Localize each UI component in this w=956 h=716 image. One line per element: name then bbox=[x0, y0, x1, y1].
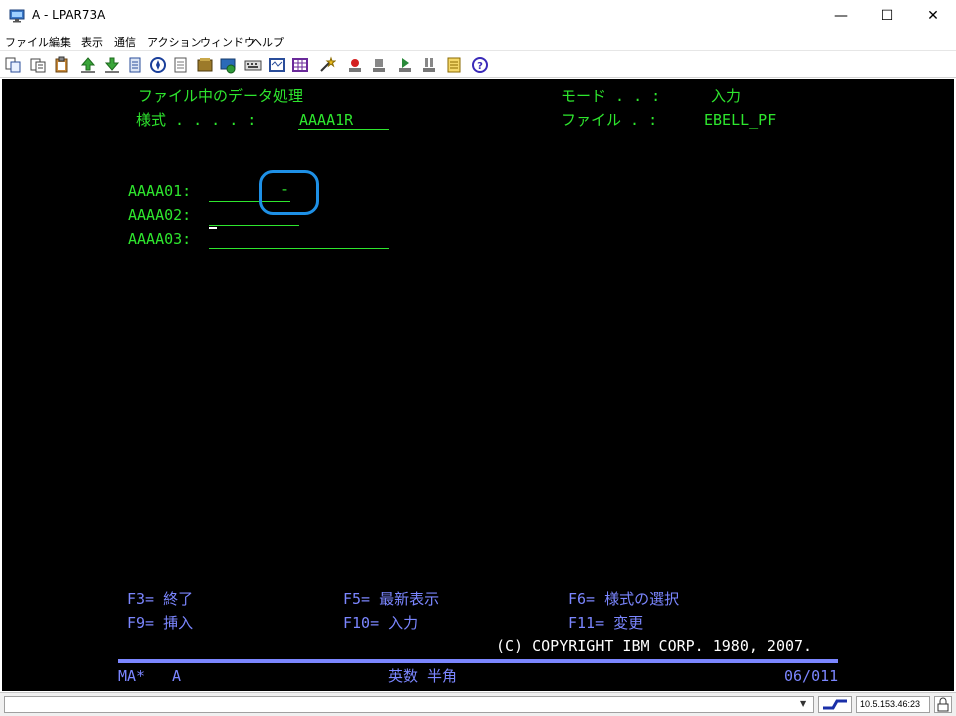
wand-icon[interactable] bbox=[318, 56, 336, 74]
screen-icon[interactable] bbox=[268, 56, 286, 74]
toolbar: ? bbox=[0, 52, 956, 78]
help-icon[interactable]: ? bbox=[471, 56, 489, 74]
field-label-aaaa02: AAAA02: bbox=[128, 206, 192, 224]
oia-session: MA* bbox=[118, 667, 146, 685]
file-label: ファイル . : bbox=[561, 111, 658, 129]
compass-icon[interactable] bbox=[149, 56, 167, 74]
menu-window[interactable]: ウィンドウ bbox=[200, 34, 255, 50]
fkey-f10[interactable]: F10= 入力 bbox=[343, 614, 418, 632]
paste-icon[interactable] bbox=[29, 56, 47, 74]
host-address: 10.5.153.46:23 bbox=[856, 696, 930, 713]
fkey-f9-label: 挿入 bbox=[163, 614, 194, 632]
fkey-f10-label: 入力 bbox=[388, 614, 419, 632]
fkey-f6-label: 様式の選択 bbox=[604, 590, 680, 608]
copyright-text: (C) COPYRIGHT IBM CORP. 1980, 2007. bbox=[496, 637, 813, 655]
copy-icon[interactable] bbox=[4, 56, 22, 74]
title-bar: A - LPAR73A — ☐ ✕ bbox=[0, 0, 956, 31]
fkey-f3-key: F3= bbox=[127, 590, 155, 608]
minimize-button[interactable]: — bbox=[818, 0, 864, 31]
monitor-icon bbox=[9, 8, 25, 23]
fkey-f5[interactable]: F5= 最新表示 bbox=[343, 590, 439, 608]
clipboard-icon[interactable] bbox=[53, 56, 71, 74]
send-file-icon[interactable] bbox=[79, 56, 97, 74]
status-message-area bbox=[4, 696, 814, 713]
menu-file[interactable]: ファイル bbox=[5, 34, 49, 50]
notes-icon[interactable] bbox=[445, 56, 463, 74]
oia-cursor-position: 06/011 bbox=[784, 667, 839, 685]
status-bar: ▼ 10.5.153.46:23 bbox=[0, 692, 956, 716]
document-icon[interactable] bbox=[172, 56, 190, 74]
keyboard-icon[interactable] bbox=[244, 56, 262, 74]
format-value: AAAA1R bbox=[299, 111, 354, 129]
fkey-f6[interactable]: F6= 様式の選択 bbox=[568, 590, 679, 608]
play-icon[interactable] bbox=[396, 56, 414, 74]
window-title: A - LPAR73A bbox=[32, 8, 106, 22]
fkey-f5-key: F5= bbox=[343, 590, 371, 608]
fkey-f11-key: F11= bbox=[568, 614, 605, 632]
program-title: ファイル中のデータ処理 bbox=[138, 87, 304, 105]
oia-input-mode: 英数 半角 bbox=[388, 667, 458, 685]
stop-icon[interactable] bbox=[370, 56, 388, 74]
fkey-f5-label: 最新表示 bbox=[379, 590, 440, 608]
maximize-button[interactable]: ☐ bbox=[864, 0, 910, 31]
menu-help[interactable]: ヘルプ bbox=[251, 34, 284, 50]
macro-icon[interactable] bbox=[126, 56, 144, 74]
fkey-f6-key: F6= bbox=[568, 590, 596, 608]
menu-communication[interactable]: 通信 bbox=[114, 34, 136, 50]
mode-value: 入力 bbox=[711, 87, 742, 105]
receive-file-icon[interactable] bbox=[103, 56, 121, 74]
field-label-aaaa03: AAAA03: bbox=[128, 230, 192, 248]
mode-label: モード . . : bbox=[561, 87, 661, 105]
fkey-f11-label: 変更 bbox=[613, 614, 644, 632]
menu-edit[interactable]: 編集 bbox=[49, 34, 71, 50]
connection-status-icon bbox=[818, 696, 852, 713]
scroll-down-icon[interactable]: ▼ bbox=[800, 699, 806, 708]
record-icon[interactable] bbox=[346, 56, 364, 74]
pause-icon[interactable] bbox=[420, 56, 438, 74]
input-field-aaaa02[interactable] bbox=[209, 225, 299, 226]
menu-view[interactable]: 表示 bbox=[81, 34, 103, 50]
svg-text:?: ? bbox=[477, 61, 483, 72]
text-cursor bbox=[209, 227, 217, 229]
grid-icon[interactable] bbox=[291, 56, 309, 74]
fkey-f9[interactable]: F9= 挿入 bbox=[127, 614, 193, 632]
terminal-screen[interactable]: ファイル中のデータ処理 様式 . . . . : AAAA1R モード . . … bbox=[2, 79, 954, 691]
file-value: EBELL_PF bbox=[704, 111, 777, 129]
lock-icon bbox=[934, 696, 952, 713]
fkey-f3-label: 終了 bbox=[163, 590, 194, 608]
menu-bar: ファイル 編集 表示 通信 アクション ウィンドウ ヘルプ bbox=[0, 31, 956, 51]
highlight-annotation bbox=[259, 170, 319, 215]
format-label: 様式 . . . . : bbox=[136, 111, 257, 129]
format-underline bbox=[298, 129, 389, 130]
fkey-f9-key: F9= bbox=[127, 614, 155, 632]
oia-session-letter: A bbox=[172, 667, 182, 685]
book-icon[interactable] bbox=[196, 56, 214, 74]
close-button[interactable]: ✕ bbox=[910, 0, 956, 31]
oia-divider bbox=[118, 659, 838, 663]
fkey-f11[interactable]: F11= 変更 bbox=[568, 614, 643, 632]
settings-icon[interactable] bbox=[219, 56, 237, 74]
fkey-f10-key: F10= bbox=[343, 614, 380, 632]
fkey-f3[interactable]: F3= 終了 bbox=[127, 590, 193, 608]
menu-action[interactable]: アクション bbox=[147, 34, 201, 50]
input-field-aaaa03[interactable] bbox=[209, 248, 389, 249]
field-label-aaaa01: AAAA01: bbox=[128, 182, 192, 200]
